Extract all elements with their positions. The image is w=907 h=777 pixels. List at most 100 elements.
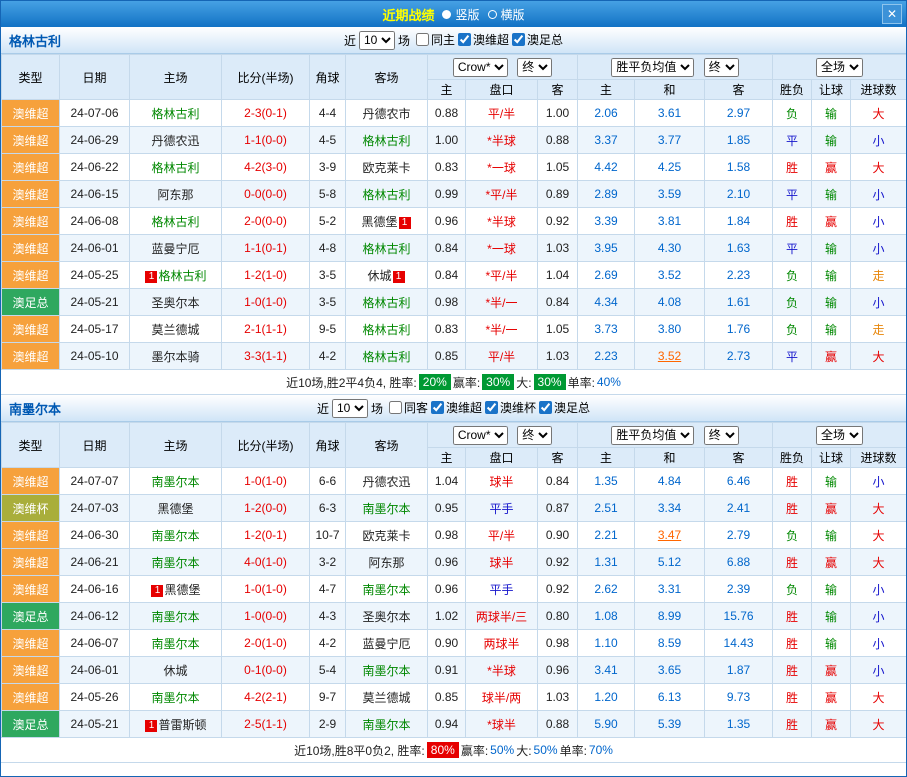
away-team-name[interactable]: 南墨尔本 [362,664,410,678]
away-team-cell[interactable]: 阿东那 [346,549,428,576]
avg-type-select[interactable]: 胜平负均值 [611,426,694,445]
odds-company-select[interactable]: Crow* [453,426,508,445]
filter-checkbox[interactable]: 澳维超 [458,31,509,48]
checkbox-input[interactable] [431,401,444,414]
match-count-select[interactable]: 10 [332,399,368,418]
home-team-cell[interactable]: 南墨尔本 [130,630,222,657]
filter-checkbox[interactable]: 同客 [389,399,428,416]
score-cell[interactable]: 1-0(1-0) [222,468,310,495]
score-cell[interactable]: 4-0(1-0) [222,549,310,576]
away-team-name[interactable]: 格林古利 [362,242,410,256]
home-team-name[interactable]: 格林古利 [151,107,199,121]
away-team-cell[interactable]: 南墨尔本 [346,576,428,603]
odds-time-select[interactable]: 终 [517,58,552,77]
home-team-name[interactable]: 蓝曼宁厄 [151,242,199,256]
away-team-name[interactable]: 南墨尔本 [362,718,410,732]
scope-select[interactable]: 全场 [816,426,863,445]
home-team-name[interactable]: 丹德农迅 [151,134,199,148]
away-team-cell[interactable]: 格林古利 [346,316,428,343]
score-cell[interactable]: 2-1(1-1) [222,316,310,343]
home-team-cell[interactable]: 黑德堡 [130,495,222,522]
away-team-cell[interactable]: 格林古利 [346,235,428,262]
score-cell[interactable]: 1-2(1-0) [222,262,310,289]
checkbox-input[interactable] [512,33,525,46]
away-team-name[interactable]: 格林古利 [362,323,410,337]
away-team-cell[interactable]: 丹德农迅 [346,468,428,495]
away-team-name[interactable]: 格林古利 [362,134,410,148]
away-team-cell[interactable]: 南墨尔本 [346,657,428,684]
away-team-name[interactable]: 莫兰德城 [362,691,410,705]
home-team-cell[interactable]: 格林古利 [130,154,222,181]
away-team-name[interactable]: 休城 [367,269,391,283]
away-team-name[interactable]: 阿东那 [368,556,404,570]
score-cell[interactable]: 2-0(0-0) [222,208,310,235]
home-team-name[interactable]: 黑德堡 [157,502,193,516]
home-team-name[interactable]: 南墨尔本 [151,610,199,624]
score-cell[interactable]: 1-1(0-0) [222,127,310,154]
score-cell[interactable]: 1-2(0-1) [222,522,310,549]
layout-radio-portrait[interactable]: 竖版 [442,6,479,23]
home-team-cell[interactable]: 圣奥尔本 [130,289,222,316]
home-team-cell[interactable]: 格林古利 [130,100,222,127]
home-team-cell[interactable]: 阿东那 [130,181,222,208]
away-team-name[interactable]: 圣奥尔本 [362,610,410,624]
avg-type-select[interactable]: 胜平负均值 [611,58,694,77]
scope-select[interactable]: 全场 [816,58,863,77]
away-team-cell[interactable]: 格林古利 [346,289,428,316]
checkbox-input[interactable] [416,33,429,46]
away-team-name[interactable]: 南墨尔本 [362,583,410,597]
score-cell[interactable]: 2-3(0-1) [222,100,310,127]
close-button[interactable]: ✕ [882,4,902,24]
away-team-cell[interactable]: 格林古利 [346,343,428,370]
away-team-name[interactable]: 格林古利 [362,188,410,202]
home-team-name[interactable]: 休城 [163,664,187,678]
checkbox-input[interactable] [458,33,471,46]
home-team-cell[interactable]: 休城 [130,657,222,684]
away-team-name[interactable]: 黑德堡 [361,215,397,229]
score-cell[interactable]: 4-2(3-0) [222,154,310,181]
away-team-cell[interactable]: 欧克莱卡 [346,522,428,549]
home-team-name[interactable]: 阿东那 [157,188,193,202]
away-team-cell[interactable]: 黑德堡1 [346,208,428,235]
score-cell[interactable]: 1-1(0-1) [222,235,310,262]
odds-time-select[interactable]: 终 [517,426,552,445]
away-team-name[interactable]: 蓝曼宁厄 [362,637,410,651]
away-team-cell[interactable]: 格林古利 [346,181,428,208]
avg-time-select[interactable]: 终 [704,426,739,445]
away-team-name[interactable]: 丹德农市 [362,107,410,121]
away-team-cell[interactable]: 欧克莱卡 [346,154,428,181]
home-team-name[interactable]: 格林古利 [151,215,199,229]
home-team-name[interactable]: 南墨尔本 [151,475,199,489]
away-team-cell[interactable]: 南墨尔本 [346,495,428,522]
filter-checkbox[interactable]: 澳维超 [431,399,482,416]
home-team-name[interactable]: 南墨尔本 [151,529,199,543]
filter-checkbox[interactable]: 澳足总 [512,31,563,48]
away-team-name[interactable]: 丹德农迅 [362,475,410,489]
away-team-cell[interactable]: 格林古利 [346,127,428,154]
home-team-name[interactable]: 格林古利 [158,269,206,283]
home-team-name[interactable]: 南墨尔本 [151,637,199,651]
away-team-name[interactable]: 格林古利 [362,296,410,310]
away-team-cell[interactable]: 丹德农市 [346,100,428,127]
away-team-name[interactable]: 欧克莱卡 [362,161,410,175]
filter-checkbox[interactable]: 同主 [416,31,455,48]
home-team-name[interactable]: 圣奥尔本 [151,296,199,310]
score-cell[interactable]: 1-0(1-0) [222,289,310,316]
score-cell[interactable]: 1-2(0-0) [222,495,310,522]
filter-checkbox[interactable]: 澳足总 [539,399,590,416]
home-team-cell[interactable]: 1格林古利 [130,262,222,289]
home-team-name[interactable]: 普雷斯顿 [158,718,206,732]
layout-radio-landscape[interactable]: 横版 [488,6,525,23]
home-team-cell[interactable]: 南墨尔本 [130,684,222,711]
home-team-cell[interactable]: 1普雷斯顿 [130,711,222,738]
checkbox-input[interactable] [485,401,498,414]
away-team-cell[interactable]: 莫兰德城 [346,684,428,711]
home-team-cell[interactable]: 1黑德堡 [130,576,222,603]
home-team-cell[interactable]: 格林古利 [130,208,222,235]
home-team-cell[interactable]: 丹德农迅 [130,127,222,154]
score-cell[interactable]: 3-3(1-1) [222,343,310,370]
match-count-select[interactable]: 10 [359,31,395,50]
away-team-cell[interactable]: 蓝曼宁厄 [346,630,428,657]
home-team-cell[interactable]: 南墨尔本 [130,468,222,495]
score-cell[interactable]: 0-0(0-0) [222,181,310,208]
